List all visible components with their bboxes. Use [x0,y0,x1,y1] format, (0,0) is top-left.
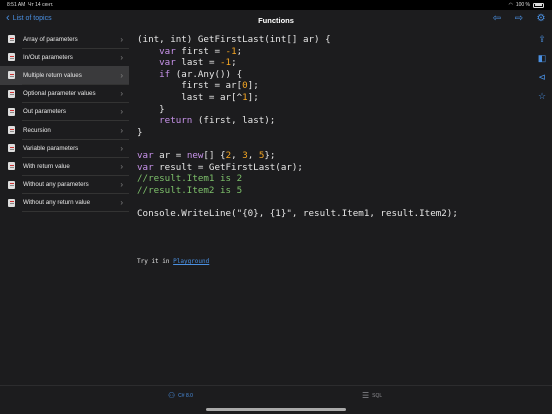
arrow-left-icon[interactable]: ⇦ [491,13,503,24]
wifi-icon: ◠ [508,2,513,8]
sidebar: Array of parameters › In/Out parameters … [0,30,129,385]
arrow-right-icon[interactable]: ⇨ [513,13,525,24]
sidebar-item-label: Array of parameters [23,35,78,43]
playground-link[interactable]: Playground [173,258,209,265]
document-icon [8,107,15,116]
sidebar-item-recursion[interactable]: Recursion › [0,121,129,140]
chevron-right-icon: › [120,143,123,153]
code-line: Console.WriteLine("{0}, {1}", result.Ite… [137,207,458,219]
share-icon[interactable]: ⇪ [532,30,552,49]
code-line: var ar = new[] {2, 3, 5}; [137,149,276,161]
nav-actions: ⇦ ⇨ ⚙ [491,13,547,24]
page-title: Functions [258,15,294,25]
code-line: var result = GetFirstLast(ar); [137,161,303,173]
chevron-right-icon: › [120,161,123,171]
gear-icon[interactable]: ⚙ [535,13,547,24]
sidebar-item-label: Variable parameters [23,144,79,152]
sidebar-item-in-out-parameters[interactable]: In/Out parameters › [0,48,129,67]
sidebar-item-out-parameters[interactable]: Out parameters › [0,103,129,122]
sidebar-item-label: Out parameters [23,108,66,116]
sidebar-item-optional-parameter-values[interactable]: Optional parameter values › [0,85,129,103]
database-icon: ☰ [362,391,370,400]
document-icon [8,126,15,135]
tab-label: SQL [372,392,383,399]
code-line: } [137,103,165,115]
sidebar-item-array-of-parameters[interactable]: Array of parameters › [0,30,129,49]
sidebar-item-variable-parameters[interactable]: Variable parameters › [0,139,129,158]
sidebar-item-multiple-return-values[interactable]: Multiple return values › [0,66,129,85]
sidebar-item-label: With return value [23,162,70,170]
sidebar-item-label: Without any parameters [23,181,89,189]
code-line: (int, int) GetFirstLast(int[] ar) { [137,34,331,45]
sidebar-item-without-any-return-value[interactable]: Without any return value › [0,194,129,213]
document-icon [8,35,15,44]
run-icon[interactable]: ⊲ [532,68,552,87]
document-icon [8,89,15,98]
status-right: ◠ 100 % [508,2,544,8]
chevron-right-icon: › [120,198,123,208]
sidebar-item-label: Recursion [23,126,51,134]
status-bar: 8:51 AM Чт 14 сент. ◠ 100 % [0,0,552,10]
tab-csharp[interactable]: ⚇ C# 8.0 [168,391,193,400]
battery-icon [533,2,544,8]
code-block: (int, int) GetFirstLast(int[] ar) { var … [137,34,458,220]
status-time: 8:51 AM Чт 14 сент. [7,2,54,8]
sidebar-item-label: Without any return value [23,199,91,207]
sidebar-item-label: In/Out parameters [23,53,73,61]
try-it-text: Try it in Playground [137,258,210,265]
right-toolbar: ⇪ ◧ ⊲ ☆ [532,30,552,385]
code-comment: //result.Item2 is 5 [137,184,243,196]
sidebar-item-without-any-parameters[interactable]: Without any parameters › [0,176,129,194]
document-icon [8,144,15,153]
chevron-right-icon: › [120,180,123,190]
code-line: return (first, last); [159,115,276,127]
sidebar-item-with-return-value[interactable]: With return value › [0,157,129,176]
document-icon [8,71,15,80]
code-line: last = ar[^1]; [137,91,259,103]
chevron-right-icon: › [120,52,123,62]
document-icon [8,53,15,62]
chevron-right-icon: › [120,34,123,44]
code-panel: (int, int) GetFirstLast(int[] ar) { var … [129,30,532,385]
document-icon [8,162,15,171]
code-line: } [137,126,143,138]
chevron-right-icon: › [120,125,123,135]
document-icon [8,198,15,207]
code-line: var last = -1; [159,57,237,69]
chevron-right-icon: › [120,107,123,117]
code-line: var first = -1; [159,45,243,57]
code-line: if (ar.Any()) { [159,68,243,80]
sidebar-item-label: Optional parameter values [23,90,96,98]
tab-label: C# 8.0 [178,392,193,399]
tab-bar: ⚇ C# 8.0 ☰ SQL [0,385,552,414]
sidebar-item-label: Multiple return values [23,71,82,79]
csharp-icon: ⚇ [168,391,176,400]
code-line: first = ar[0]; [137,80,259,92]
chevron-right-icon: › [120,89,123,99]
chevron-right-icon: › [120,70,123,80]
document-icon [8,180,15,189]
battery-percent: 100 % [515,2,530,8]
code-comment: //result.Item1 is 2 [137,173,243,185]
tab-sql[interactable]: ☰ SQL [362,391,382,400]
star-icon[interactable]: ☆ [532,87,552,106]
home-indicator [206,408,346,411]
nav-bar: ‹ List of topics Functions ⇦ ⇨ ⚙ [0,10,552,30]
sidebar-toggle-icon[interactable]: ◧ [532,49,552,68]
